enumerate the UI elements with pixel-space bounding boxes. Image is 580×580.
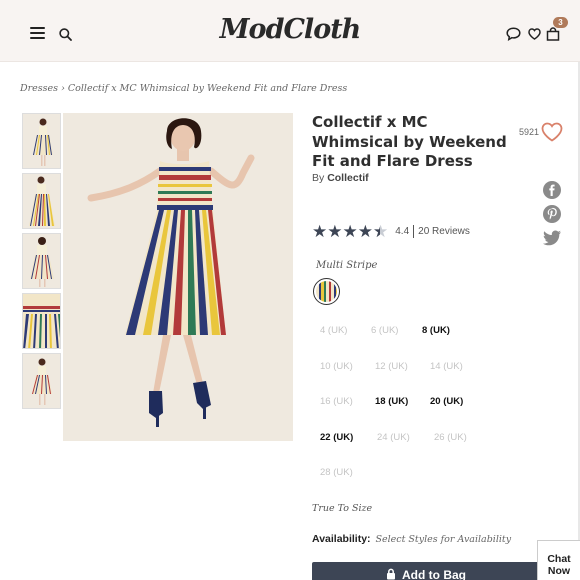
star-half-icon: ★★: [373, 222, 389, 241]
product-thumbnail[interactable]: [22, 113, 61, 169]
availability-label: Availability:: [312, 533, 371, 545]
rating-divider: [413, 225, 415, 238]
product-title: Collectif x MC Whimsical by Weekend Fit …: [312, 113, 507, 170]
product-thumbnail[interactable]: [22, 293, 61, 349]
twitter-icon[interactable]: [542, 229, 562, 249]
star-icon: ★: [357, 222, 373, 241]
rating-value: 4.4: [395, 226, 410, 237]
size-option[interactable]: 28 (UK): [320, 467, 353, 478]
modcloth-logo[interactable]: ModCloth: [0, 14, 580, 45]
chat-bubble-icon[interactable]: [505, 26, 521, 42]
thumbnail-strip: [22, 113, 62, 413]
size-option[interactable]: 14 (UK): [430, 361, 463, 372]
heart-icon[interactable]: [527, 27, 541, 41]
facebook-icon[interactable]: [542, 180, 562, 200]
reviews-link[interactable]: 20 Reviews: [418, 226, 470, 237]
by-label: By: [312, 172, 325, 184]
availability-value: Select Styles for Availability: [375, 534, 512, 545]
size-option[interactable]: 26 (UK): [434, 432, 467, 443]
rating-row[interactable]: ★ ★ ★ ★ ★★ 4.4 20 Reviews: [312, 223, 470, 240]
lock-icon: [386, 568, 396, 580]
star-icon: ★: [327, 222, 343, 241]
chat-now-button[interactable]: Chat Now: [537, 540, 580, 580]
star-icon: ★: [342, 222, 358, 241]
product-thumbnail[interactable]: [22, 233, 61, 289]
style-swatch-multi-stripe[interactable]: [313, 278, 340, 305]
cart-count-badge: 3: [553, 17, 568, 28]
size-option[interactable]: 20 (UK): [430, 396, 463, 407]
pinterest-icon[interactable]: [542, 204, 562, 224]
site-header: ModCloth 3: [0, 0, 580, 62]
breadcrumb-separator: ›: [61, 83, 65, 94]
product-main-image[interactable]: [63, 113, 293, 441]
breadcrumb-current: Collectif x MC Whimsical by Weekend Fit …: [67, 83, 348, 94]
size-option[interactable]: 16 (UK): [320, 396, 353, 407]
favorites-count: 5921: [519, 127, 540, 137]
add-to-bag-button[interactable]: Add to Bag: [312, 562, 540, 580]
selected-style-label: Multi Stripe: [316, 260, 378, 271]
size-option[interactable]: 10 (UK): [320, 361, 353, 372]
size-option[interactable]: 18 (UK): [375, 396, 408, 407]
product-brand-line: By Collectif: [312, 172, 369, 184]
star-icon: ★: [312, 222, 328, 241]
chat-label-line1: Chat: [547, 553, 571, 565]
bag-icon[interactable]: [545, 26, 560, 41]
breadcrumb: Dresses › Collectif x MC Whimsical by We…: [20, 83, 347, 94]
availability-row: Availability: Select Styles for Availabi…: [312, 533, 511, 545]
size-option[interactable]: 6 (UK): [371, 325, 398, 336]
product-thumbnail[interactable]: [22, 353, 61, 409]
fit-note[interactable]: True To Size: [312, 503, 372, 514]
rating-stars: ★ ★ ★ ★ ★★: [312, 223, 388, 240]
size-option[interactable]: 8 (UK): [422, 325, 450, 336]
add-to-bag-label: Add to Bag: [402, 568, 466, 580]
size-option[interactable]: 22 (UK): [320, 432, 353, 443]
favorite-heart-icon[interactable]: [541, 122, 563, 147]
breadcrumb-link-dresses[interactable]: Dresses: [20, 83, 58, 94]
size-option[interactable]: 24 (UK): [377, 432, 410, 443]
size-option[interactable]: 4 (UK): [320, 325, 347, 336]
size-option[interactable]: 12 (UK): [375, 361, 408, 372]
product-thumbnail[interactable]: [22, 173, 61, 229]
chat-label-line2: Now: [547, 565, 571, 577]
brand-link[interactable]: Collectif: [327, 172, 368, 184]
